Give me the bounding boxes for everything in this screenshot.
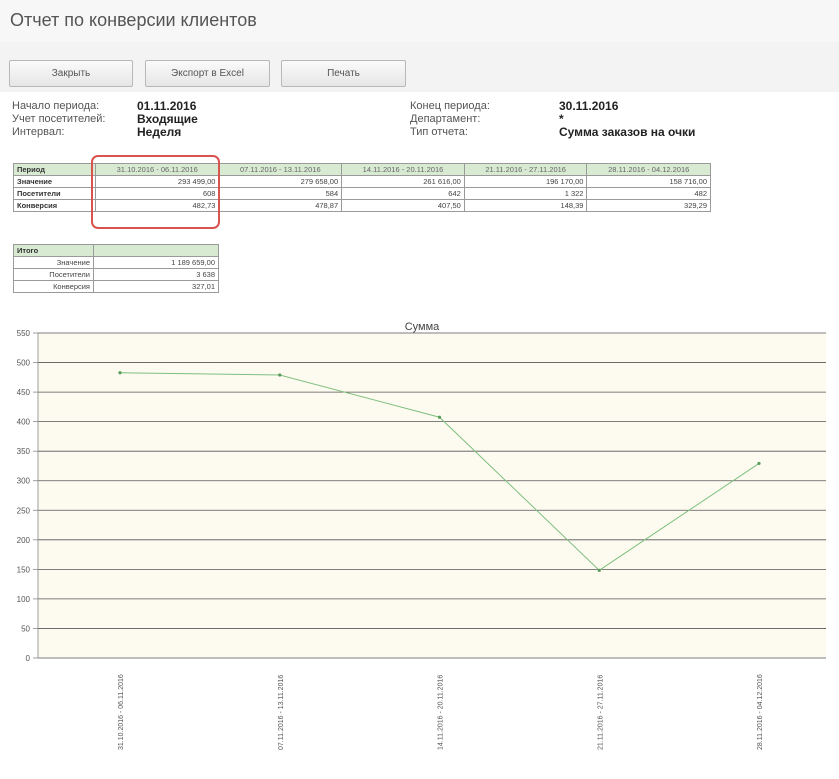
table-cell: 196 170,00: [463, 175, 588, 188]
table-cell: 482: [586, 187, 711, 200]
table-cell: 478,87: [218, 199, 343, 212]
y-tick-label: 350: [17, 447, 31, 456]
table-cell: 327,01: [93, 280, 219, 293]
x-tick-label: 31.10.2016 - 06.11.2016: [118, 674, 125, 750]
totals-table: Итого Значение 1 189 659,00 Посетители 3…: [13, 244, 219, 293]
table-cell: 148,39: [463, 199, 588, 212]
row-label: Конверсия: [13, 199, 96, 212]
export-excel-button[interactable]: Экспорт в Excel: [145, 60, 270, 87]
x-tick-label: 14.11.2016 - 20.11.2016: [438, 675, 445, 750]
row-label: Значение: [13, 175, 96, 188]
period-header: Период: [13, 163, 96, 176]
y-tick-label: 500: [17, 359, 31, 368]
table-cell: 1 189 659,00: [93, 256, 219, 269]
print-button[interactable]: Печать: [281, 60, 406, 87]
column-header: 28.11.2016 - 04.12.2016: [586, 163, 711, 176]
start-period-label: Начало периода:: [12, 100, 100, 112]
table-cell: 407,50: [341, 199, 465, 212]
row-label: Конверсия: [13, 280, 94, 293]
row-label: Посетители: [13, 187, 96, 200]
visitors-label: Учет посетителей:: [12, 113, 106, 125]
page-title: Отчет по конверсии клиентов: [10, 10, 257, 30]
highlight-box: [91, 155, 220, 229]
y-tick-label: 450: [17, 388, 31, 397]
table-row: Конверсия 327,01: [13, 280, 219, 293]
row-label: Значение: [13, 256, 94, 269]
line-chart: Сумма 0 50 100 150 200 250 300 350 400 450 500 550 31…: [17, 321, 826, 750]
data-point: [437, 415, 442, 419]
table-cell: 642: [341, 187, 465, 200]
column-header: 14.11.2016 - 20.11.2016: [341, 163, 465, 176]
totals-header: Итого: [13, 244, 94, 257]
table-cell: 261 616,00: [341, 175, 465, 188]
y-tick-label: 0: [26, 654, 31, 663]
end-period-value: 30.11.2016: [559, 99, 619, 113]
table-row: Посетители 3 638: [13, 268, 219, 281]
table-cell: 3 638: [93, 268, 219, 281]
table-cell: 329,29: [586, 199, 711, 212]
table-cell: 1 322: [463, 187, 588, 200]
data-point: [757, 461, 761, 466]
visitors-value: Входящие: [137, 112, 198, 126]
x-tick-label: 28.11.2016 - 04.12.2016: [757, 674, 764, 750]
y-tick-label: 100: [17, 595, 31, 604]
chart-title: Сумма: [405, 321, 440, 333]
end-period-label: Конец периода:: [410, 100, 490, 112]
x-tick-label: 21.11.2016 - 27.11.2016: [597, 675, 604, 750]
y-tick-label: 400: [17, 418, 31, 427]
table-cell: 279 658,00: [218, 175, 343, 188]
totals-header-blank: [93, 244, 219, 257]
department-label: Департамент:: [410, 113, 481, 125]
y-tick-label: 550: [17, 329, 31, 338]
department-value: *: [559, 112, 564, 126]
report-type-label: Тип отчета:: [410, 126, 468, 138]
y-tick-label: 300: [17, 477, 31, 486]
y-tick-label: 200: [17, 536, 31, 545]
y-tick-label: 150: [17, 565, 31, 574]
data-point: [278, 373, 282, 377]
plot-area: [38, 333, 826, 658]
table-cell: 584: [218, 187, 343, 200]
interval-label: Интервал:: [12, 126, 65, 138]
y-tick-label: 250: [17, 506, 31, 515]
start-period-value: 01.11.2016: [137, 99, 197, 113]
report-type-value: Сумма заказов на очки: [559, 125, 696, 139]
data-point: [597, 568, 601, 572]
row-label: Посетители: [13, 268, 94, 281]
column-header: 07.11.2016 - 13.11.2016: [218, 163, 343, 176]
data-point: [118, 371, 122, 375]
close-button[interactable]: Закрыть: [9, 60, 133, 87]
x-tick-label: 07.11.2016 - 13.11.2016: [278, 675, 285, 750]
totals-header-row: Итого: [13, 244, 219, 257]
interval-value: Неделя: [137, 125, 182, 139]
table-cell: 158 716,00: [586, 175, 711, 188]
chart-container: Сумма 0 50 100 150 200 250 300 350 400 450 500 550 31…: [0, 320, 839, 774]
column-header: 21.11.2016 - 27.11.2016: [463, 163, 588, 176]
table-row: Значение 1 189 659,00: [13, 256, 219, 269]
y-tick-label: 50: [21, 624, 30, 633]
